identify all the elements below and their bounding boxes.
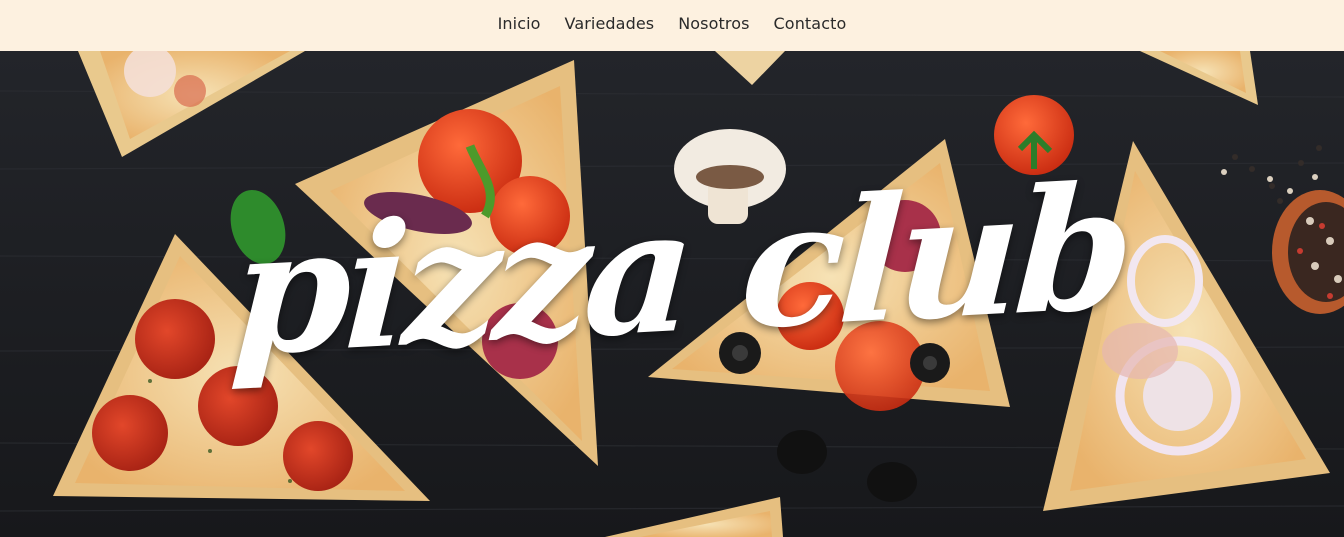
- top-navigation: Inicio Variedades Nosotros Contacto: [0, 0, 1344, 51]
- nav-link-nosotros[interactable]: Nosotros: [678, 14, 749, 33]
- nav-link-variedades[interactable]: Variedades: [565, 14, 655, 33]
- nav-link-inicio[interactable]: Inicio: [498, 14, 541, 33]
- brand-title: pizza club: [227, 147, 1133, 395]
- brand-title-container: pizza club: [227, 147, 1133, 395]
- hero-banner: pizza club: [0, 51, 1344, 537]
- nav-link-contacto[interactable]: Contacto: [774, 14, 847, 33]
